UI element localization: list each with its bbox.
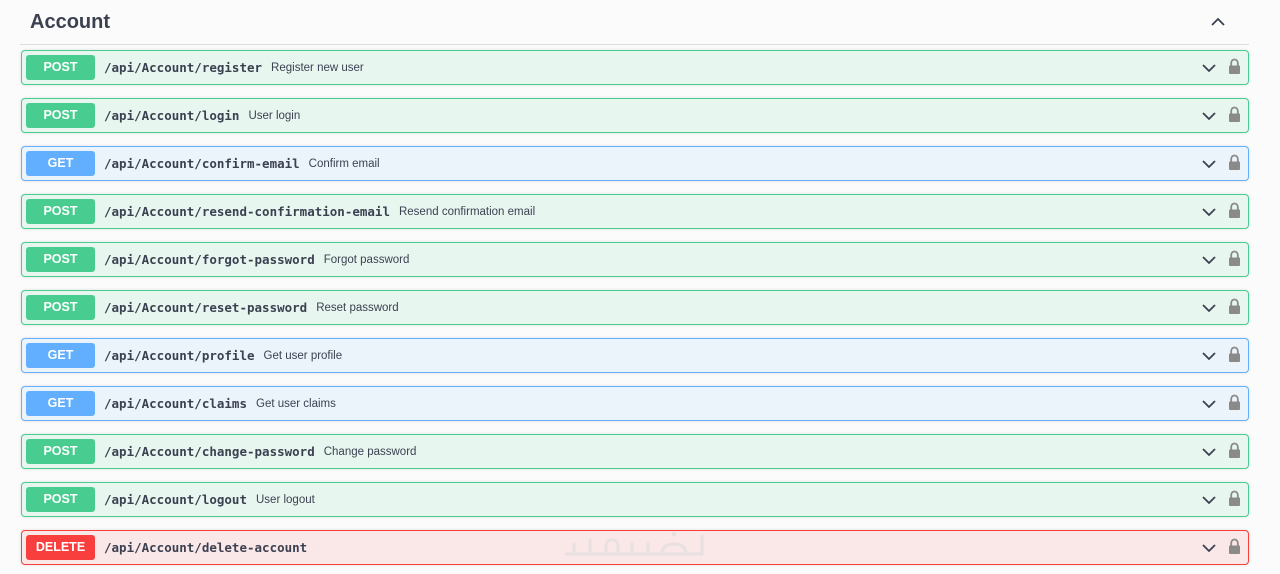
- method-badge: POST: [26, 439, 95, 464]
- operation-path: /api/Account/forgot-password: [104, 252, 315, 267]
- section-title: Account: [30, 11, 110, 33]
- lock-icon[interactable]: [1228, 442, 1241, 459]
- lock-icon[interactable]: [1228, 250, 1241, 267]
- operation-summary: Confirm email: [308, 157, 380, 170]
- operation-path: /api/Account/delete-account: [104, 540, 308, 555]
- lock-icon[interactable]: [1228, 394, 1241, 411]
- chevron-down-icon[interactable]: [1201, 445, 1217, 459]
- method-badge: POST: [26, 103, 95, 128]
- operation-row[interactable]: POST /api/Account/reset-password Reset p…: [21, 290, 1249, 325]
- lock-icon[interactable]: [1228, 58, 1241, 75]
- chevron-down-icon[interactable]: [1201, 157, 1217, 171]
- operation-row[interactable]: POST /api/Account/logout User logout: [21, 482, 1249, 517]
- lock-icon[interactable]: [1228, 346, 1241, 363]
- method-badge: GET: [26, 151, 95, 176]
- operation-path: /api/Account/logout: [104, 492, 247, 507]
- operation-row[interactable]: GET /api/Account/claims Get user claims: [21, 386, 1249, 421]
- operation-row[interactable]: POST /api/Account/login User login: [21, 98, 1249, 133]
- section-header-account[interactable]: Account: [20, 0, 1249, 45]
- operation-summary: Change password: [323, 445, 417, 458]
- operation-row[interactable]: POST /api/Account/register Register new …: [21, 50, 1249, 85]
- operation-summary: User logout: [256, 493, 315, 506]
- operation-path: /api/Account/confirm-email: [104, 156, 300, 171]
- lock-icon[interactable]: [1228, 106, 1241, 123]
- operation-path: /api/Account/profile: [104, 348, 255, 363]
- chevron-down-icon[interactable]: [1201, 493, 1217, 507]
- lock-icon[interactable]: [1228, 298, 1241, 315]
- method-badge: POST: [26, 55, 95, 80]
- operation-summary: User login: [248, 109, 301, 122]
- operation-summary: Reset password: [316, 301, 399, 314]
- operation-summary: Forgot password: [323, 253, 410, 266]
- chevron-down-icon[interactable]: [1201, 253, 1217, 267]
- chevron-down-icon[interactable]: [1201, 541, 1217, 555]
- operation-row[interactable]: POST /api/Account/change-password Change…: [21, 434, 1249, 469]
- chevron-down-icon[interactable]: [1201, 61, 1217, 75]
- lock-icon[interactable]: [1228, 490, 1241, 507]
- operation-row[interactable]: POST /api/Account/resend-confirmation-em…: [21, 194, 1249, 229]
- lock-icon[interactable]: [1228, 538, 1241, 555]
- chevron-down-icon[interactable]: [1201, 109, 1217, 123]
- chevron-down-icon[interactable]: [1201, 301, 1217, 315]
- operation-path: /api/Account/login: [104, 108, 240, 123]
- operation-path: /api/Account/resend-confirmation-email: [104, 204, 390, 219]
- method-badge: POST: [26, 487, 95, 512]
- operation-row[interactable]: GET /api/Account/profile Get user profil…: [21, 338, 1249, 373]
- operation-summary: Register new user: [271, 61, 364, 74]
- method-badge: POST: [26, 199, 95, 224]
- lock-icon[interactable]: [1228, 154, 1241, 171]
- method-badge: GET: [26, 391, 95, 416]
- chevron-down-icon[interactable]: [1201, 349, 1217, 363]
- operation-row[interactable]: GET /api/Account/confirm-email Confirm e…: [21, 146, 1249, 181]
- operation-path: /api/Account/reset-password: [104, 300, 308, 315]
- operation-path: /api/Account/claims: [104, 396, 247, 411]
- chevron-up-icon[interactable]: [1209, 13, 1227, 31]
- method-badge: DELETE: [26, 535, 95, 560]
- method-badge: POST: [26, 247, 95, 272]
- operation-summary: Get user claims: [256, 397, 336, 410]
- operation-row[interactable]: DELETE /api/Account/delete-account: [21, 530, 1249, 565]
- method-badge: GET: [26, 343, 95, 368]
- chevron-down-icon[interactable]: [1201, 397, 1217, 411]
- operation-path: /api/Account/register: [104, 60, 263, 75]
- operation-row[interactable]: POST /api/Account/forgot-password Forgot…: [21, 242, 1249, 277]
- operation-summary: Resend confirmation email: [398, 205, 536, 218]
- method-badge: POST: [26, 295, 95, 320]
- lock-icon[interactable]: [1228, 202, 1241, 219]
- operation-path: /api/Account/change-password: [104, 444, 315, 459]
- operation-summary: Get user profile: [263, 349, 343, 362]
- chevron-down-icon[interactable]: [1201, 205, 1217, 219]
